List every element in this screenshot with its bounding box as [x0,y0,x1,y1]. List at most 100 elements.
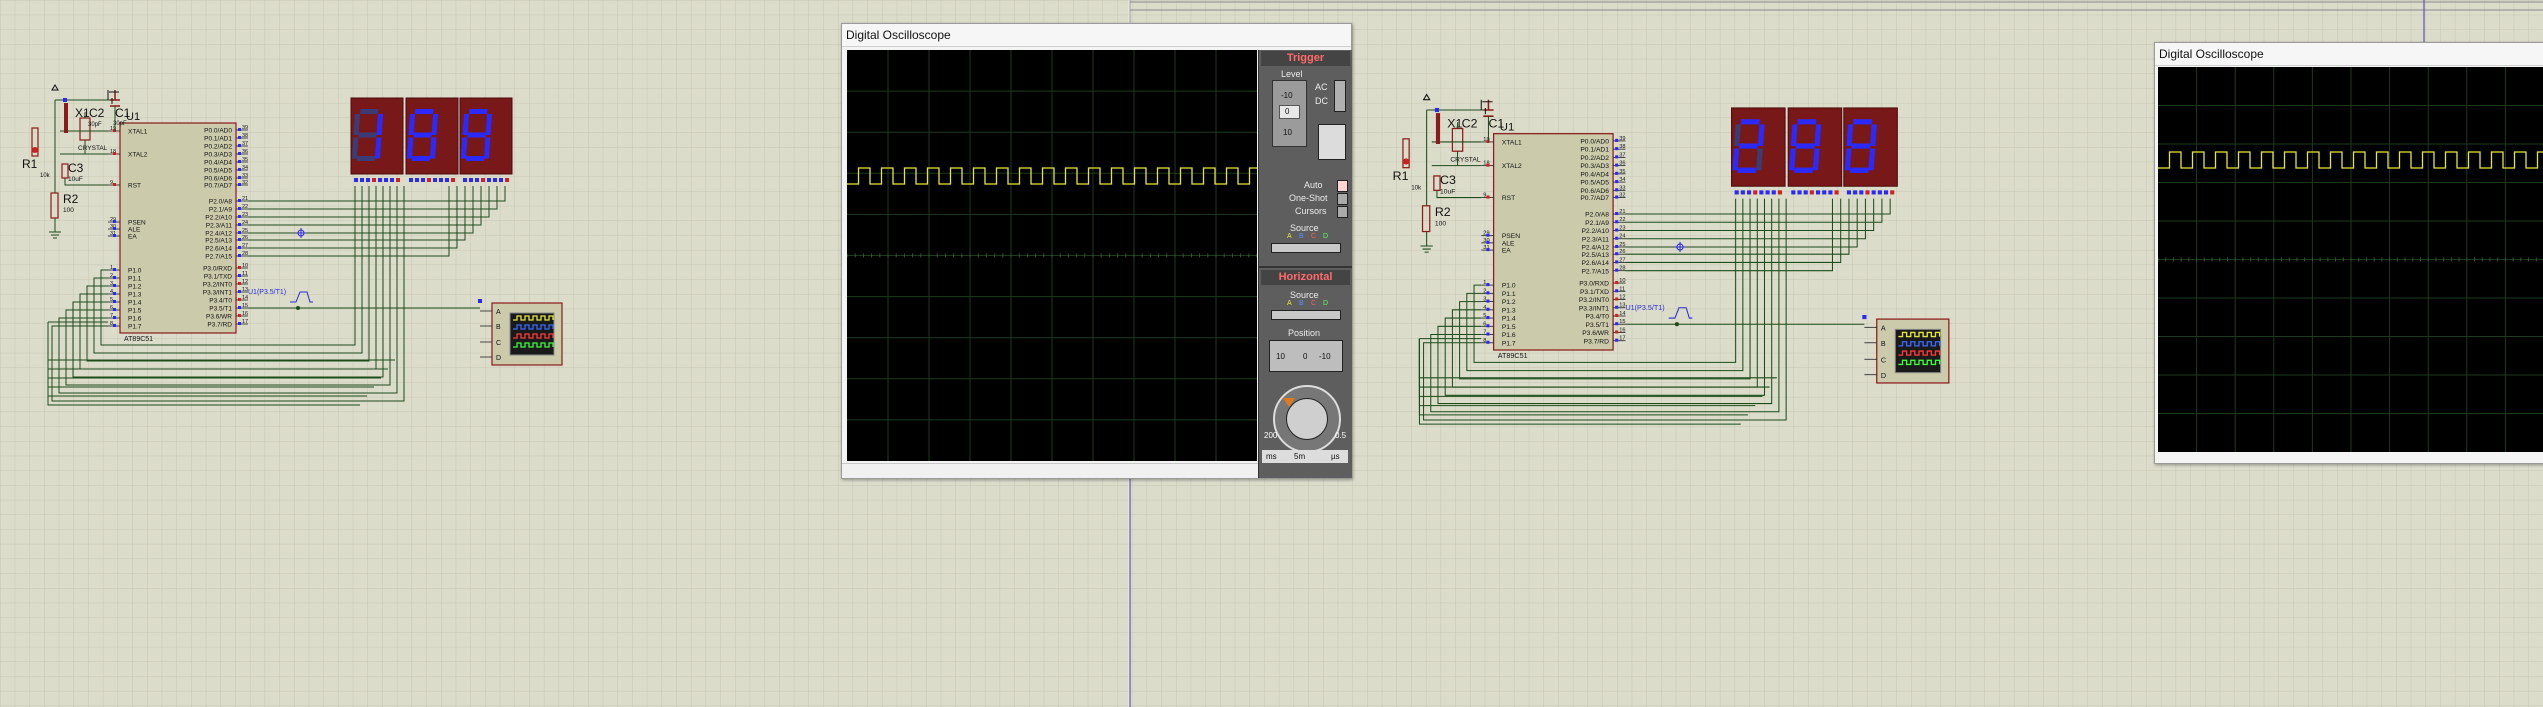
pin-marker [238,306,241,309]
dc-label: DC [1315,96,1328,106]
pin-marker [238,136,241,139]
pin-number: 25 [242,228,248,234]
pin-name: P2.2/A10 [1581,228,1609,235]
proteus-workspace[interactable]: U1AT89C51XTAL119XTAL218RST9PSEN29ALE30EA… [0,0,2543,707]
pin-marker [113,268,116,271]
pin-name: PSEN [128,220,146,227]
segment-a [360,109,379,114]
pin-marker [384,178,388,182]
pin-name: P0.3/AD3 [204,152,232,159]
pin-name: P2.0/A8 [209,199,233,206]
scope-screen[interactable] [846,50,1258,461]
resistor-r1-value: 10k [40,173,51,179]
pin-marker [238,176,241,179]
pin-number: 39 [242,125,248,131]
pin-marker [1828,190,1833,195]
pin-marker [1615,147,1619,151]
pin-name: P0.7/AD7 [1580,195,1609,202]
pin-name: P3.2/INT0 [1579,297,1609,304]
pin-marker [238,207,241,210]
pin-marker [487,178,491,182]
horizontal-source-slider[interactable] [1271,310,1341,320]
auto-button[interactable] [1337,180,1348,192]
pin-marker [421,178,425,182]
pin-marker [238,238,241,241]
pin-marker [113,276,116,279]
pin-name: P1.5 [128,308,142,315]
pin-marker [390,178,394,182]
oscilloscope-window-left[interactable]: Digital Oscilloscope Trigger Level -10 0… [841,23,1352,479]
scope-screen[interactable] [2157,67,2543,452]
pin-name: P2.5/A13 [1581,252,1609,259]
timebase-scale-right: 0.5 [1335,431,1347,440]
pin-number: 25 [1619,242,1625,248]
pin-marker [238,266,241,269]
resistor-r2-value: 100 [63,207,74,214]
pin-marker [1486,248,1490,252]
cursors-button[interactable] [1337,206,1348,218]
scope-trace-area [2157,67,2543,452]
pin-number: 27 [1619,257,1625,263]
pin-name: P0.5/AD5 [1580,180,1609,187]
pin-marker [1486,240,1490,244]
pin-number: 6 [1483,321,1486,327]
pin-name: P1.3 [1502,307,1516,314]
edge-select-icon[interactable] [1318,124,1346,160]
level-scale-top: -10 [1281,91,1293,100]
pin-marker [409,178,413,182]
pin-marker [238,314,241,317]
pin-marker [238,274,241,277]
pin-marker [505,178,509,182]
pin-marker [1797,190,1802,195]
crystal-label: X1 [75,106,90,120]
pin-marker [493,178,497,182]
pin-marker [238,246,241,249]
pin-name: P1.5 [1502,324,1516,331]
pin-number: 12 [1619,294,1625,300]
scope-control-panel[interactable]: Trigger Level -10 0 10 AC DC Auto One-Sh… [1258,50,1352,478]
junction-dot [296,306,300,310]
trigger-source-label: Source [1290,223,1319,233]
pin-number: 38 [242,133,248,139]
pin-number: 3 [110,281,113,287]
channel-label: B [1881,339,1886,348]
ac-dc-switch[interactable] [1334,80,1346,112]
pin-marker [1883,190,1889,195]
pin-marker [1865,190,1870,195]
pin-marker [238,322,241,325]
pin-marker [1815,190,1821,195]
trigger-source-slider[interactable] [1271,243,1341,253]
pin-marker [113,308,116,311]
pin-number: 8 [110,321,113,327]
timebase-value: 5m [1294,452,1306,461]
oscilloscope-window-right[interactable]: Digital Oscilloscope [2154,42,2543,464]
cursors-label: Cursors [1295,206,1327,216]
segment-d [1849,167,1869,173]
timebase-scale-left: 200 [1264,431,1278,440]
pin-marker [1615,180,1619,184]
segment-a [469,109,488,114]
one-shot-button[interactable] [1337,193,1348,205]
pin-name: P2.1/A9 [1585,220,1609,227]
pin-number: 4 [110,289,113,295]
pin-number: 9 [1483,193,1486,199]
pin-marker [1486,291,1490,295]
trigger-source-channels: A B C D [1287,233,1329,240]
level-scale-bottom: 10 [1283,128,1292,137]
pin-number: 15 [1619,319,1625,325]
pin-name: P3.3/INT1 [1579,305,1609,312]
capacitor-c1-label: C1 [115,106,131,120]
pin-number: 15 [242,303,248,309]
pin-number: 24 [242,220,248,226]
capacitor-c1-label: C1 [1488,117,1504,131]
pin-marker [1615,155,1619,159]
pin-marker [1615,252,1619,256]
segment-g [1851,143,1871,149]
timebase-pointer-icon [1283,398,1295,407]
pin-number: 10 [1619,278,1625,284]
pin-name: P2.3/A11 [1582,236,1609,243]
pin-name: P2.3/A11 [206,223,233,230]
level-knob[interactable] [1279,105,1300,119]
position-scale-mid: 0 [1303,352,1308,361]
pin-marker [445,178,449,182]
